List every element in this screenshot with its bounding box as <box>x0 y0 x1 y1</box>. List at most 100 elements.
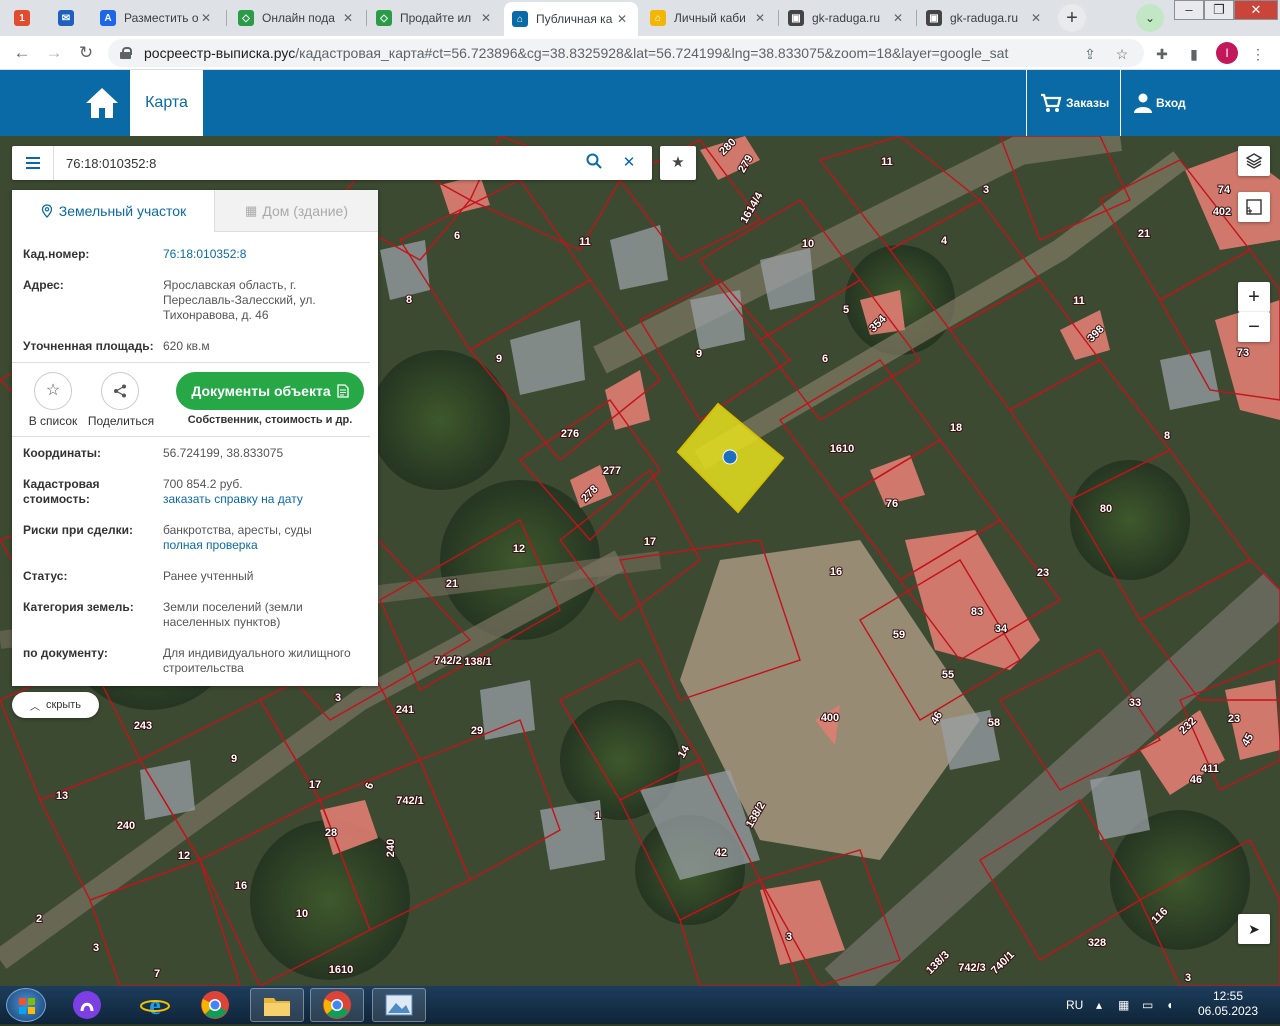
parcel-number-label: 12 <box>513 543 525 555</box>
zoom-in-button[interactable]: + <box>1238 282 1270 312</box>
clock[interactable]: 12:55 06.05.2023 <box>1192 989 1264 1019</box>
tab-personal-cabinet[interactable]: ⌂ Личный каби ✕ <box>642 4 776 32</box>
hide-panel-button[interactable]: ︿ скрыть <box>12 692 99 718</box>
maximize-button[interactable]: ❐ <box>1204 0 1234 20</box>
parcel-number-label: 17 <box>644 536 656 548</box>
parcel-number-label: 76 <box>886 498 898 510</box>
cadastral-search-input[interactable] <box>66 153 586 173</box>
divider <box>12 436 370 437</box>
building-icon: ▦ <box>245 202 258 218</box>
docs-subtitle: Собственник, стоимость и др. <box>187 414 353 426</box>
tab-title: Продайте ил <box>400 11 472 25</box>
close-icon[interactable]: ✕ <box>752 11 768 25</box>
close-icon[interactable]: ✕ <box>1028 11 1044 25</box>
internet-explorer-icon[interactable]: e <box>128 988 182 1022</box>
new-tab-button[interactable]: + <box>1058 4 1086 32</box>
chrome-window-icon[interactable] <box>310 988 364 1022</box>
start-button[interactable] <box>6 988 46 1022</box>
show-hidden-icons[interactable]: ▴ <box>1096 986 1102 1024</box>
forward-button[interactable]: → <box>42 41 66 65</box>
bookmark-star-icon[interactable]: ☆ <box>1112 44 1132 64</box>
parcel-number-label: 42 <box>715 847 727 859</box>
clear-icon[interactable]: ✕ <box>619 153 639 173</box>
share-label: Поделиться <box>87 414 155 428</box>
search-icon[interactable] <box>584 153 604 173</box>
close-icon[interactable]: ✕ <box>614 12 630 26</box>
profile-avatar[interactable]: I <box>1216 42 1238 64</box>
windows-taskbar: e RU ▴ ▦ ▭ ◖ 12:55 06.05.2023 <box>0 986 1280 1024</box>
tab-search-button[interactable]: ⌄ <box>1136 4 1164 32</box>
lock-icon <box>120 47 132 59</box>
tab-mail-2[interactable]: ✉ <box>50 4 88 32</box>
volume-icon[interactable]: ◖ <box>1166 986 1173 1024</box>
parcel-number-label: 7 <box>154 968 160 980</box>
tab-avito[interactable]: A Разместить о ✕ <box>92 4 222 32</box>
tab-gk-raduga-1[interactable]: ▣ gk-raduga.ru ✕ <box>780 4 914 32</box>
ruler-button[interactable] <box>1238 192 1270 222</box>
menu-kebab-icon[interactable]: ⋮ <box>1248 44 1268 64</box>
tab-title: gk-raduga.ru <box>950 11 1019 25</box>
cad-number-link[interactable]: 76:18:010352:8 <box>163 247 369 262</box>
home-icon[interactable] <box>84 86 120 120</box>
file-explorer-icon[interactable] <box>250 988 304 1022</box>
tab-map[interactable]: Карта <box>130 70 203 136</box>
full-check-link[interactable]: полная проверка <box>163 538 369 553</box>
parcel-number-label: 8 <box>406 294 412 306</box>
field-label: Кад.номер: <box>23 247 90 261</box>
minimize-button[interactable]: – <box>1174 0 1204 20</box>
layers-button[interactable] <box>1238 146 1270 176</box>
object-documents-button[interactable]: Документы объекта <box>176 372 364 410</box>
photo-viewer-icon[interactable] <box>372 988 426 1022</box>
language-indicator[interactable]: RU <box>1066 986 1083 1024</box>
tab-public-map[interactable]: ⌂ Публичная ка ✕ <box>504 2 638 36</box>
parcel-number-label: 73 <box>1237 347 1249 359</box>
parcel-number-label: 13 <box>56 790 68 802</box>
orders-button[interactable]: Заказы <box>1040 70 1109 136</box>
extensions-icon[interactable]: ✚ <box>1152 44 1172 64</box>
chrome-icon[interactable] <box>188 988 242 1022</box>
reload-button[interactable]: ↻ <box>74 41 98 65</box>
login-button[interactable]: Вход <box>1134 70 1186 136</box>
action-center-icon[interactable]: ▭ <box>1142 986 1153 1024</box>
menu-button[interactable] <box>12 146 54 180</box>
side-panel-icon[interactable]: ▮ <box>1184 44 1204 64</box>
tab-gk-raduga-2[interactable]: ▣ gk-raduga.ru ✕ <box>918 4 1052 32</box>
permitted-use-value: Для индивидуального жилищного строительс… <box>163 646 351 675</box>
close-window-button[interactable]: ✕ <box>1234 0 1278 20</box>
tab-domclick-1[interactable]: ◇ Онлайн пода ✕ <box>230 4 364 32</box>
address-bar[interactable]: росреестр-выписка.рус/кадастровая_карта#… <box>108 39 1144 67</box>
order-certificate-link[interactable]: заказать справку на дату <box>163 492 369 507</box>
locate-me-button[interactable]: ➤ <box>1238 914 1270 944</box>
tab-mail-1[interactable]: 1 <box>6 4 46 32</box>
url-host: росреестр-выписка.рус <box>144 45 296 61</box>
tab-land-plot[interactable]: Земельный участок <box>12 190 214 232</box>
network-icon[interactable]: ▦ <box>1118 986 1129 1024</box>
area-value: 620 кв.м <box>163 339 210 353</box>
close-icon[interactable]: ✕ <box>340 11 356 25</box>
add-to-list-button[interactable]: ☆ <box>34 372 72 410</box>
parcel-number-label: 6 <box>822 353 828 365</box>
close-icon[interactable]: ✕ <box>198 11 214 25</box>
tab-house[interactable]: ▦ Дом (здание) <box>214 190 378 232</box>
tab-domclick-2[interactable]: ◇ Продайте ил ✕ <box>368 4 502 32</box>
share-button[interactable] <box>101 372 139 410</box>
field-label: по документу: <box>23 646 108 660</box>
status-value: Ранее учтенный <box>163 569 254 583</box>
svg-text:e: e <box>149 991 161 1020</box>
cost-value: 700 854.2 руб. <box>163 477 243 491</box>
share-page-icon[interactable]: ⇪ <box>1080 44 1100 64</box>
parcel-marker[interactable] <box>722 449 738 465</box>
zoom-out-button[interactable]: − <box>1238 312 1270 342</box>
parcel-number-label: 10 <box>802 238 814 250</box>
site-header: Карта Заказы Вход <box>0 70 1280 136</box>
favorites-star-button[interactable]: ★ <box>660 146 696 180</box>
land-category-value: Земли поселений (земли населенных пункто… <box>163 600 303 629</box>
close-icon[interactable]: ✕ <box>890 11 906 25</box>
parcel-number-label: 9 <box>496 353 502 365</box>
alice-assistant-icon[interactable] <box>60 988 114 1022</box>
parcel-number-label: 12 <box>178 850 190 862</box>
parcel-number-label: 21 <box>1138 228 1150 240</box>
close-icon[interactable]: ✕ <box>478 11 494 25</box>
tab-title: Публичная ка <box>536 12 613 26</box>
back-button[interactable]: ← <box>10 41 34 65</box>
